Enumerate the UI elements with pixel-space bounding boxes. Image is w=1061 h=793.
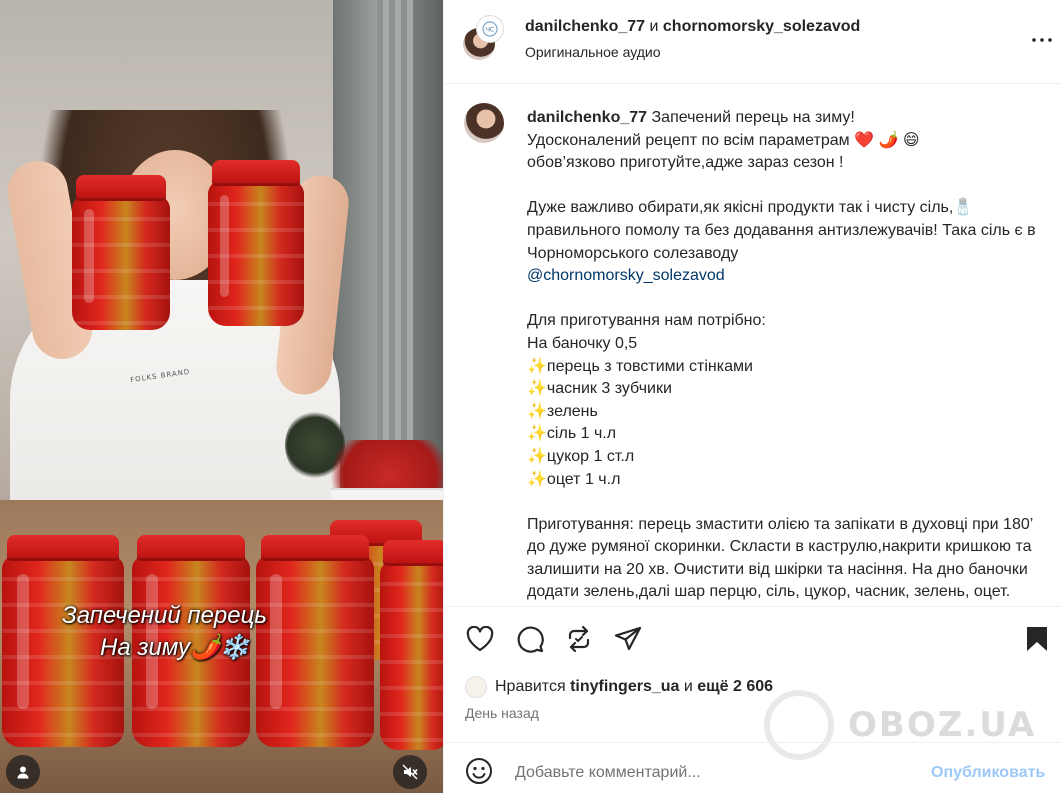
post-header: ЧС danilchenko_77 и chornomorsky_solezav… bbox=[444, 0, 1061, 84]
heart-icon bbox=[466, 626, 494, 652]
salt-logo-icon: ЧС bbox=[482, 21, 498, 37]
ingredient-item: ✨сіль 1 ч.л bbox=[527, 425, 617, 443]
comment-input[interactable]: Добавьте комментарий... bbox=[515, 764, 701, 782]
caption-paragraph: Дуже важливо обирати,як якісні продукти … bbox=[527, 199, 1036, 262]
liker-username[interactable]: tinyfingers_ua bbox=[570, 678, 679, 696]
more-options-button[interactable] bbox=[1030, 28, 1054, 52]
post-panel: ЧС danilchenko_77 и chornomorsky_solezav… bbox=[443, 0, 1061, 793]
ingredient-item: ✨часник 3 зубчики bbox=[527, 380, 672, 398]
ingredient-item: ✨цукор 1 ст.л bbox=[527, 447, 635, 465]
bookmark-icon bbox=[1027, 627, 1047, 651]
ingredient-item: ✨зелень bbox=[527, 402, 598, 420]
table-jar bbox=[256, 535, 374, 747]
repost-icon bbox=[568, 626, 590, 652]
share-button[interactable] bbox=[613, 624, 643, 654]
caption-line: Удосконалений рецепт по всім параметрам … bbox=[527, 131, 920, 149]
save-button[interactable] bbox=[1022, 624, 1052, 654]
user-icon bbox=[17, 766, 29, 779]
likes-count[interactable]: ещё 2 606 bbox=[697, 678, 773, 696]
post-video[interactable]: FOLKS BRAND Запечений перець На зиму🌶️❄️ bbox=[0, 0, 443, 793]
liker-avatar bbox=[465, 676, 487, 698]
emoji-icon bbox=[466, 758, 492, 784]
svg-text:ЧС: ЧС bbox=[486, 27, 494, 34]
caption-author-avatar[interactable] bbox=[464, 103, 504, 143]
mute-button[interactable] bbox=[393, 755, 427, 789]
comment-button[interactable] bbox=[515, 624, 545, 654]
ingredient-item: ✨оцет 1 ч.л bbox=[527, 470, 621, 488]
table-jar bbox=[380, 540, 443, 750]
mute-icon bbox=[402, 764, 418, 780]
caption-area[interactable]: danilchenko_77 Запечений перець на зиму!… bbox=[444, 85, 1061, 606]
like-button[interactable] bbox=[465, 624, 495, 654]
emoji-button[interactable] bbox=[465, 757, 495, 787]
video-overlay-text-line2: На зиму🌶️❄️ bbox=[100, 634, 250, 661]
share-icon bbox=[614, 626, 642, 651]
held-jar-left bbox=[72, 175, 170, 330]
caption-username[interactable]: danilchenko_77 bbox=[527, 109, 647, 126]
caption-mention-link[interactable]: @chornomorsky_solezavod bbox=[527, 267, 725, 284]
action-bar bbox=[444, 606, 1061, 666]
method-paragraph: Приготування: перець змастити олією та з… bbox=[527, 515, 1033, 601]
authors-conjunction: и bbox=[649, 18, 659, 35]
tagged-users-button[interactable] bbox=[6, 755, 40, 789]
likes-summary[interactable]: Нравится tinyfingers_ua и ещё 2 606 bbox=[465, 676, 773, 698]
post-caption: danilchenko_77 Запечений перець на зиму!… bbox=[527, 107, 1042, 604]
ingredients-title: Для приготування нам потрібно: bbox=[527, 312, 766, 330]
comment-bar: Добавьте комментарий... Опубликовать bbox=[444, 742, 1061, 793]
caption-line: Запечений перець на зиму! bbox=[651, 109, 855, 126]
portion-line: На баночку 0,5 bbox=[527, 334, 638, 352]
author-username[interactable]: danilchenko_77 bbox=[525, 18, 645, 35]
post-comment-button[interactable]: Опубликовать bbox=[931, 764, 1045, 782]
likes-middle: и bbox=[683, 678, 693, 695]
caption-line: обов’язково приготуйте,адже зараз сезон … bbox=[527, 154, 844, 172]
post-time[interactable]: День назад bbox=[465, 705, 539, 721]
collaborator-username[interactable]: chornomorsky_solezavod bbox=[663, 18, 860, 35]
repost-button[interactable] bbox=[564, 624, 594, 654]
ingredient-item: ✨перець з товстими стінками bbox=[527, 357, 753, 375]
likes-prefix: Нравится bbox=[495, 678, 566, 695]
post-authors: danilchenko_77 и chornomorsky_solezavod bbox=[525, 18, 860, 36]
held-jar-right bbox=[208, 160, 304, 326]
comment-icon bbox=[517, 626, 544, 653]
audio-label[interactable]: Оригинальное аудио bbox=[525, 44, 661, 60]
more-icon bbox=[1032, 38, 1052, 42]
video-overlay-text-line1: Запечений перець bbox=[62, 602, 267, 629]
collaborator-avatar[interactable]: ЧС bbox=[477, 16, 503, 42]
